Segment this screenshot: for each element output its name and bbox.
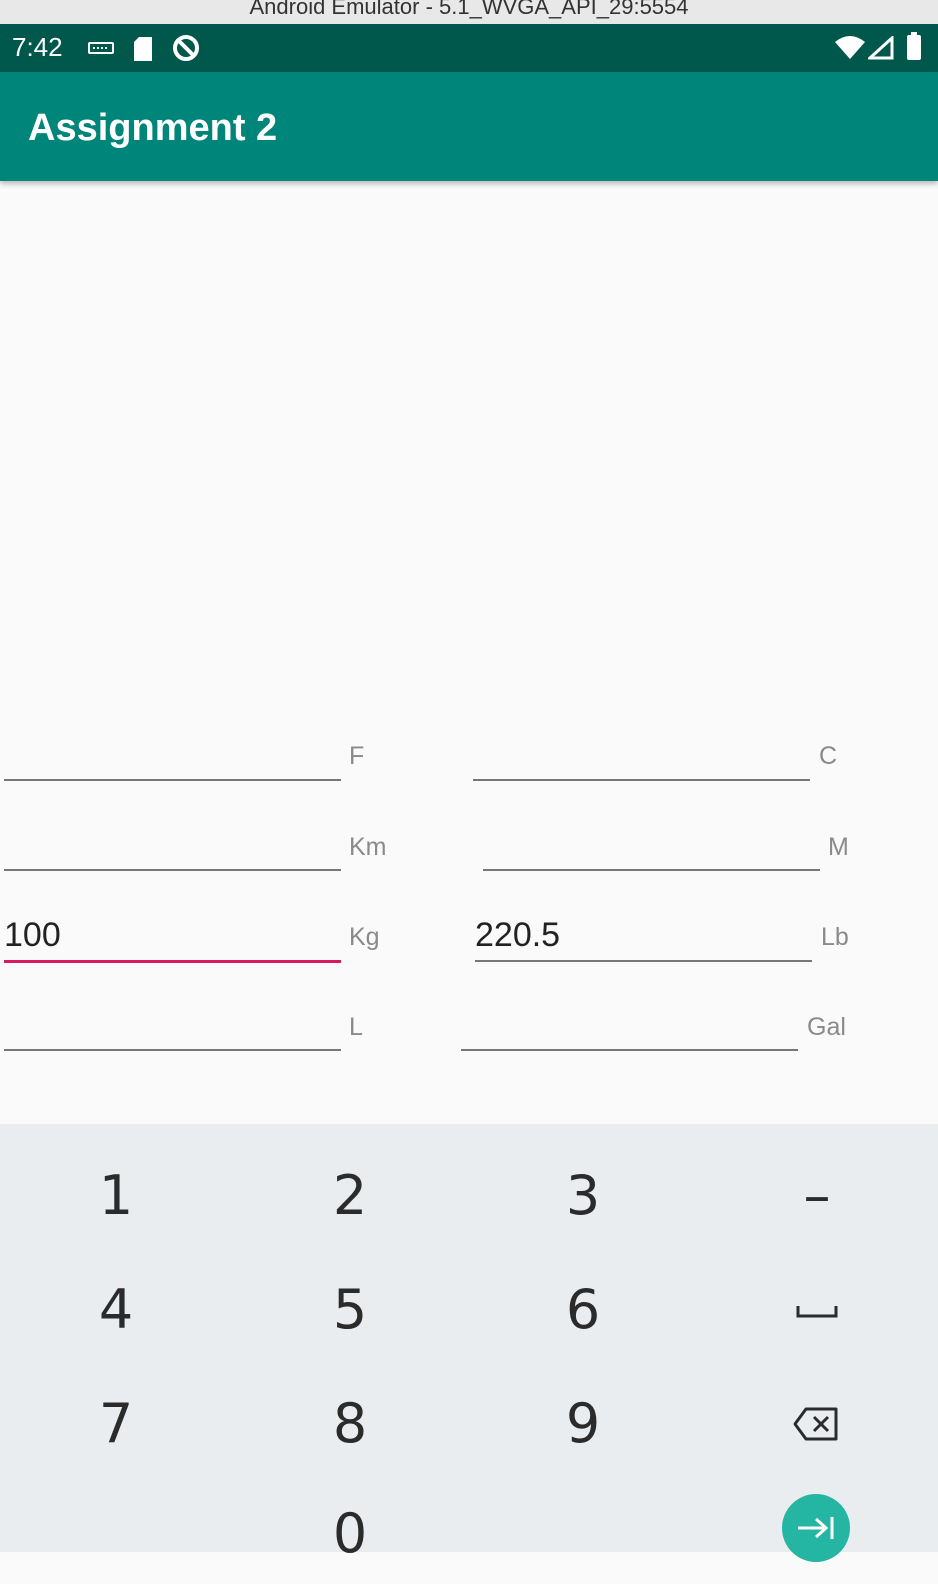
wifi-icon [835,36,865,59]
space-icon[interactable] [795,1298,839,1320]
key-minus[interactable]: – [737,1146,897,1246]
meters-field[interactable] [483,820,820,866]
app-title: Assignment 2 [28,107,278,149]
liters-unit-label: L [349,1013,363,1041]
kilograms-field[interactable] [4,912,341,958]
kilograms-unit-label: Kg [349,923,380,951]
fahrenheit-field[interactable] [4,730,341,776]
pounds-field-underline [475,960,812,962]
celsius-unit-label: C [819,742,838,770]
window-title-text: Android Emulator - 5.1_WVGA_API_29:5554 [249,0,689,19]
emulator-window-title: Android Emulator - 5.1_WVGA_API_29:5554 [0,0,938,24]
next-field-icon [798,1517,834,1539]
sd-card-icon [134,37,152,61]
status-bar: 7:42 [0,24,938,72]
kilometers-unit-label: Km [349,833,387,861]
do-not-disturb-icon [173,35,199,61]
liters-field[interactable] [4,1000,341,1046]
celsius-field[interactable] [473,730,810,776]
meters-unit-label: M [828,833,849,861]
battery-icon [907,32,921,60]
gallons-unit-label: Gal [807,1013,846,1041]
kilometers-field[interactable] [4,820,341,866]
key-7[interactable]: 7 [36,1374,196,1474]
gallons-field-underline [461,1049,798,1051]
gallons-field[interactable] [461,1000,798,1046]
key-2[interactable]: 2 [270,1146,430,1246]
meters-field-underline [483,869,820,871]
pounds-unit-label: Lb [821,923,849,951]
pounds-field[interactable] [475,912,812,958]
keyboard-icon [88,42,114,54]
celsius-field-underline [473,779,810,781]
status-time: 7:42 [12,32,63,62]
backspace-icon[interactable] [792,1406,840,1442]
key-5[interactable]: 5 [270,1260,430,1360]
cellular-signal-icon [868,36,894,60]
key-6[interactable]: 6 [503,1260,663,1360]
key-8[interactable]: 8 [270,1374,430,1474]
kilometers-field-underline [4,869,341,871]
key-1[interactable]: 1 [36,1146,196,1246]
key-4[interactable]: 4 [36,1260,196,1360]
fahrenheit-unit-label: F [349,742,365,770]
key-9[interactable]: 9 [503,1374,663,1474]
fahrenheit-field-underline [4,779,341,781]
key-3[interactable]: 3 [503,1146,663,1246]
kilograms-field-underline [4,960,341,963]
app-bar: Assignment 2 [0,72,938,181]
key-0[interactable]: 0 [270,1484,430,1584]
liters-field-underline [4,1049,341,1051]
